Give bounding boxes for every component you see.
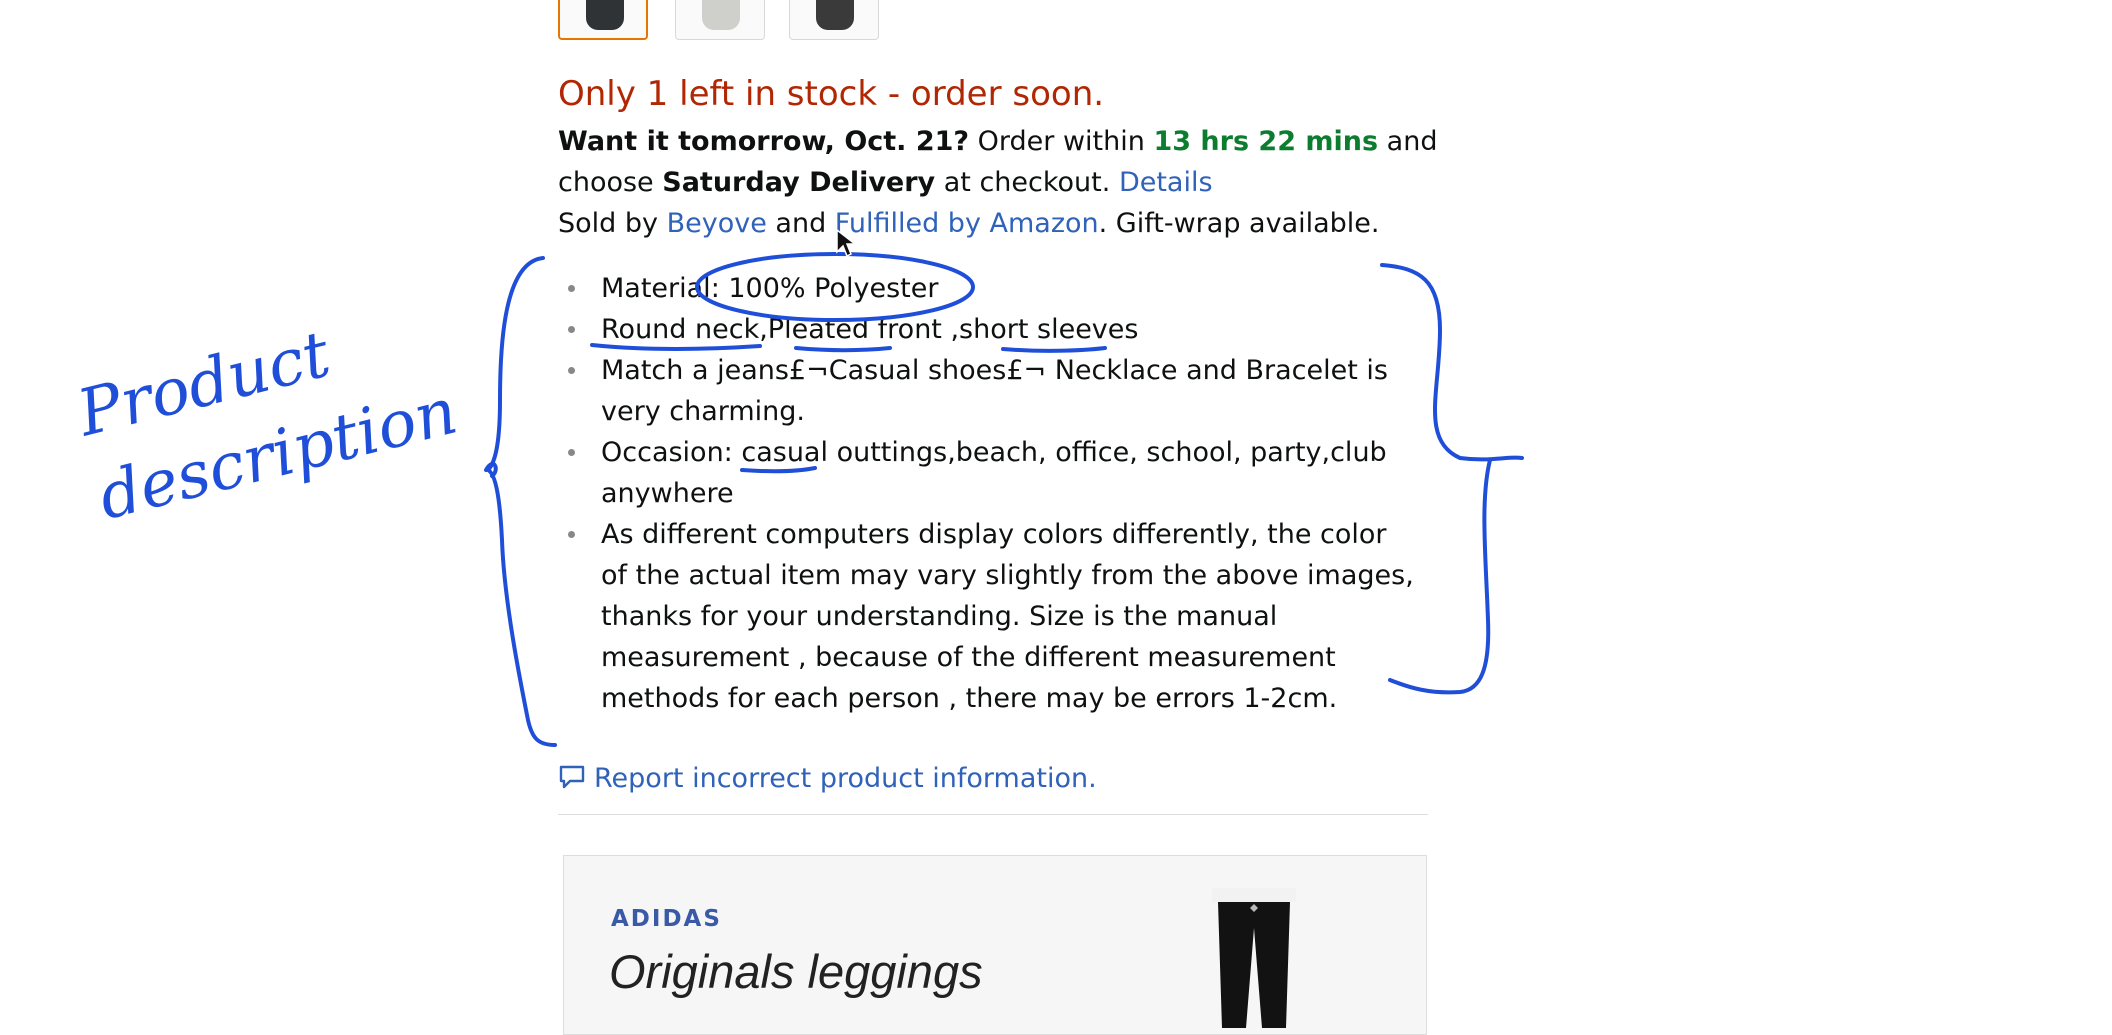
- bullet-text: Material: 100% Polyester: [601, 273, 939, 304]
- bullet-icon: [568, 326, 575, 333]
- ad-title: Originals leggings: [609, 945, 983, 998]
- handwritten-label: Product description: [69, 294, 465, 626]
- sponsored-ad[interactable]: ADIDAS Originals leggings: [563, 855, 1427, 1035]
- bullet-text: measurement , because of the different m…: [601, 642, 1336, 673]
- list-item: As different computers display colors di…: [558, 514, 1438, 719]
- handwritten-text: Product description: [70, 317, 465, 535]
- thumbnail-image: [816, 0, 854, 30]
- countdown: 13 hrs 22 mins: [1153, 126, 1379, 157]
- bullet-text: As different computers display colors di…: [601, 519, 1387, 550]
- report-incorrect-info-link[interactable]: Report incorrect product information.: [558, 763, 1097, 797]
- ad-product-image: [1212, 888, 1296, 1028]
- sold-by-text: Sold by: [558, 208, 667, 239]
- delivery-date: Want it tomorrow, Oct. 21?: [558, 126, 970, 157]
- details-link[interactable]: Details: [1119, 167, 1213, 198]
- bullet-icon: [568, 285, 575, 292]
- bullet-text: thanks for your understanding. Size is t…: [601, 601, 1278, 632]
- delivery-text: at checkout.: [935, 167, 1119, 198]
- bullet-icon: [568, 531, 575, 538]
- bullet-text: Occasion: casual outtings,beach, office,…: [601, 437, 1387, 468]
- delivery-text: and: [1378, 126, 1438, 157]
- bullet-text: anywhere: [601, 478, 734, 509]
- list-item: Match a jeans£¬Casual shoes£¬ Necklace a…: [558, 350, 1438, 432]
- delivery-text: choose: [558, 167, 663, 198]
- bullet-icon: [568, 367, 575, 374]
- report-link-text[interactable]: Report incorrect product information.: [594, 763, 1097, 794]
- sold-by-line: Sold by Beyove and Fulfilled by Amazon. …: [558, 208, 1380, 239]
- delivery-line-2: choose Saturday Delivery at checkout. De…: [558, 167, 1213, 198]
- thumbnail-3[interactable]: [789, 0, 879, 40]
- fulfilled-by-amazon-link[interactable]: Fulfilled by Amazon: [835, 208, 1099, 239]
- seller-link[interactable]: Beyove: [667, 208, 767, 239]
- sold-by-text: . Gift-wrap available.: [1098, 208, 1380, 239]
- mouse-cursor-icon: [836, 228, 857, 258]
- ad-brand: ADIDAS: [611, 906, 722, 932]
- list-item: Occasion: casual outtings,beach, office,…: [558, 432, 1438, 514]
- saturday-delivery: Saturday Delivery: [662, 167, 936, 198]
- stock-message: Only 1 left in stock - order soon.: [558, 74, 1105, 114]
- section-divider: [558, 814, 1428, 815]
- product-page: Only 1 left in stock - order soon. Want …: [0, 0, 2112, 1035]
- feature-bullets: Material: 100% Polyester Round neck,Plea…: [558, 268, 1438, 719]
- list-item: Material: 100% Polyester: [558, 268, 1438, 309]
- delivery-line-1: Want it tomorrow, Oct. 21? Order within …: [558, 126, 1437, 157]
- bullet-icon: [568, 449, 575, 456]
- sold-by-text: and: [766, 208, 835, 239]
- bullet-text: Match a jeans£¬Casual shoes£¬ Necklace a…: [601, 355, 1388, 386]
- list-item: Round neck,Pleated front ,short sleeves: [558, 309, 1438, 350]
- bullet-text: Round neck,Pleated front ,short sleeves: [601, 314, 1139, 345]
- thumbnail-image: [586, 0, 624, 30]
- delivery-text: Order within: [969, 126, 1154, 157]
- comment-icon: [558, 764, 586, 797]
- bullet-text: methods for each person , there may be e…: [601, 683, 1338, 714]
- thumbnail-1[interactable]: [558, 0, 648, 40]
- thumbnail-2[interactable]: [675, 0, 765, 40]
- thumbnail-image: [702, 0, 740, 30]
- bullet-text: very charming.: [601, 396, 806, 427]
- bullet-text: of the actual item may vary slightly fro…: [601, 560, 1414, 591]
